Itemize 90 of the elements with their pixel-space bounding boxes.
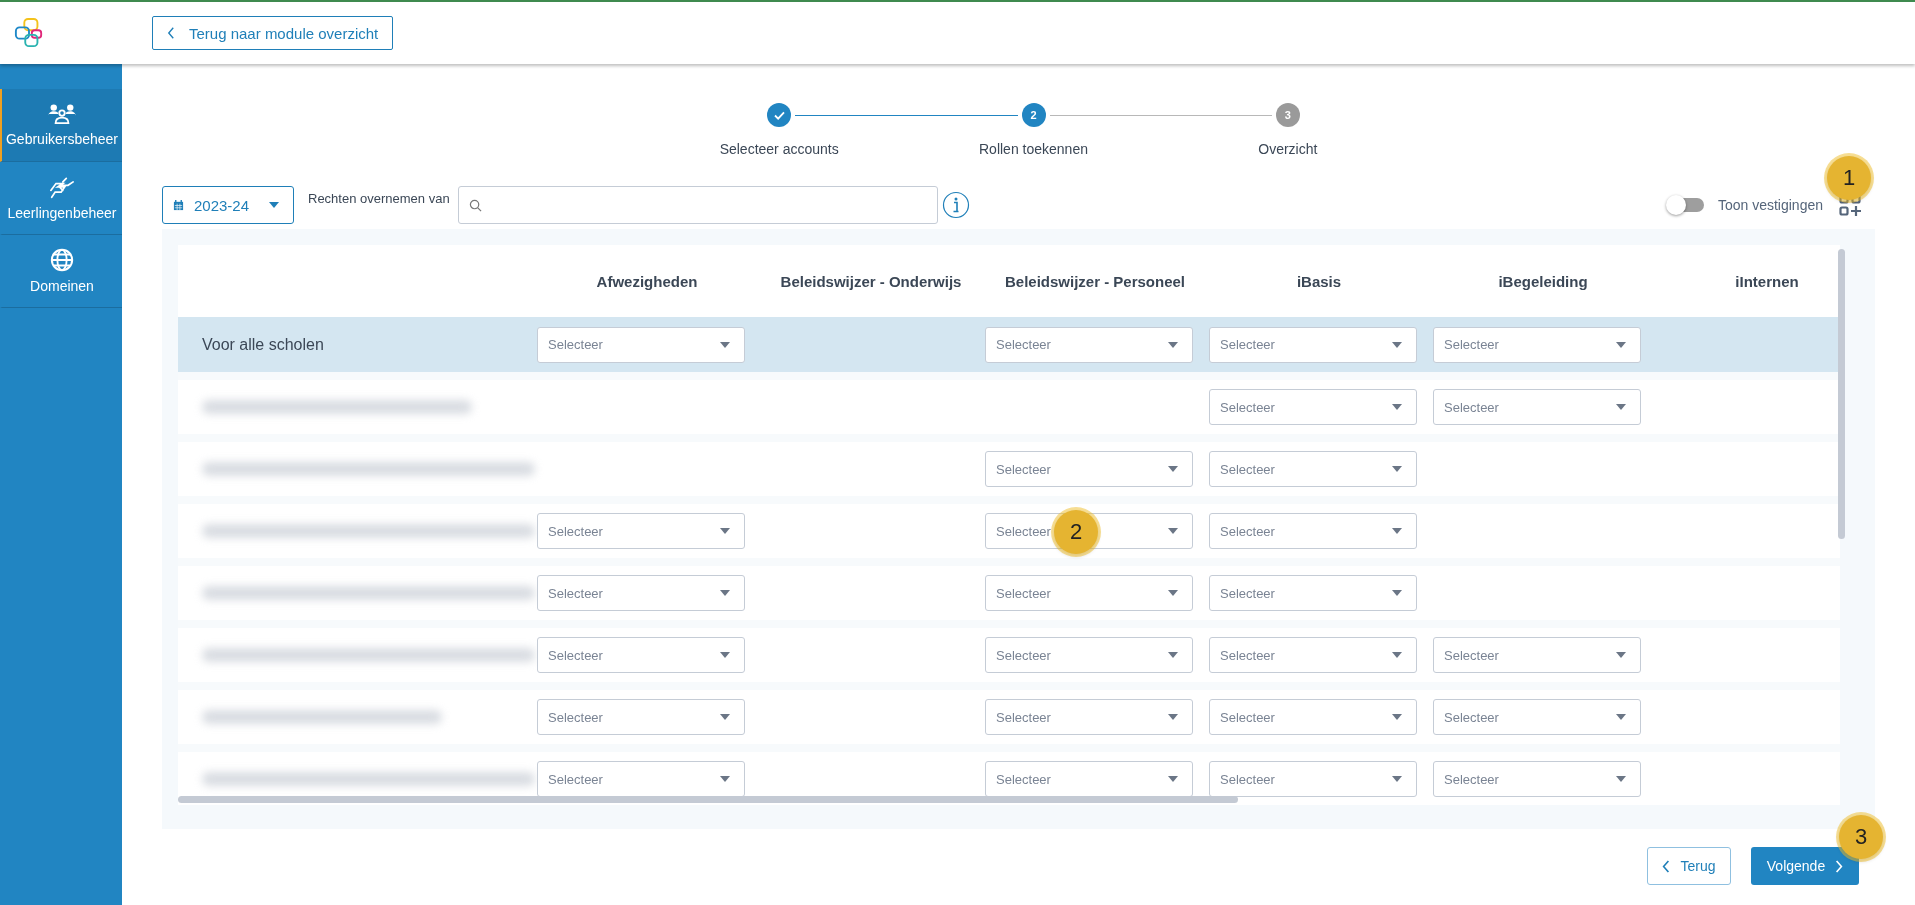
- caret-icon: [1616, 714, 1626, 720]
- grid-add-icon[interactable]: [1839, 194, 1861, 216]
- caret-icon: [1616, 404, 1626, 410]
- chevron-left-icon: [1662, 859, 1671, 873]
- select-dropdown[interactable]: Selecteer: [1209, 451, 1417, 487]
- select-dropdown[interactable]: Selecteer: [1209, 761, 1417, 797]
- users-icon: [47, 103, 77, 125]
- select-dropdown[interactable]: Selecteer: [1433, 699, 1641, 735]
- back-button[interactable]: Terug: [1647, 847, 1731, 885]
- row-label: Voor alle scholen: [202, 335, 324, 354]
- chevron-right-icon: [1835, 859, 1844, 873]
- select-dropdown[interactable]: Selecteer: [1209, 513, 1417, 549]
- select-dropdown[interactable]: Selecteer: [1209, 699, 1417, 735]
- caret-icon: [1168, 714, 1178, 720]
- caret-icon: [720, 652, 730, 658]
- scrollbar[interactable]: [178, 796, 1238, 803]
- caret-icon: [1168, 341, 1178, 348]
- select-dropdown[interactable]: Selecteer: [985, 699, 1193, 735]
- caret-icon: [1392, 714, 1402, 720]
- caret-icon: [1392, 466, 1402, 472]
- caret-icon: [1392, 590, 1402, 596]
- select-dropdown[interactable]: Selecteer: [537, 637, 745, 673]
- step-label: Overzicht: [1258, 141, 1318, 157]
- caret-icon: [1168, 590, 1178, 596]
- toggle-label: Toon vestigingen: [1717, 197, 1823, 213]
- callout-badge: 1: [1827, 156, 1871, 200]
- caret-icon: [269, 202, 279, 208]
- select-dropdown[interactable]: Selecteer: [985, 326, 1193, 363]
- caret-icon: [1616, 776, 1626, 782]
- select-dropdown[interactable]: Selecteer: [1209, 326, 1417, 363]
- field-label: Rechten overnemen van: [308, 191, 450, 206]
- scrollbar[interactable]: [1838, 249, 1845, 539]
- year-dropdown[interactable]: 2023-24: [162, 186, 294, 224]
- caret-icon: [720, 528, 730, 534]
- sidebar-item[interactable]: Leerlingenbeheer: [0, 162, 122, 235]
- caret-icon: [1392, 776, 1402, 782]
- caret-icon: [1168, 776, 1178, 782]
- chevron-left-icon: [167, 27, 175, 39]
- column-header: iInternen: [1735, 272, 1799, 290]
- column-header: Beleidswijzer - Personeel: [1004, 272, 1186, 290]
- sidebar-item[interactable]: Gebruikersbeheer: [0, 89, 122, 162]
- caret-icon: [1616, 652, 1626, 658]
- caret-icon: [1392, 652, 1402, 658]
- caret-icon: [1168, 466, 1178, 472]
- column-header: Afwezigheden: [596, 272, 698, 290]
- select-dropdown[interactable]: Selecteer: [537, 575, 745, 611]
- caret-icon: [720, 714, 730, 720]
- sidebar-item[interactable]: Domeinen: [0, 235, 122, 308]
- search-field[interactable]: [457, 186, 938, 224]
- select-dropdown[interactable]: Selecteer: [985, 637, 1193, 673]
- select-dropdown[interactable]: Selecteer: [537, 513, 745, 549]
- select-dropdown[interactable]: Selecteer: [537, 761, 745, 797]
- toggle-switch[interactable]: [1669, 198, 1704, 212]
- callout-badge: 2: [1054, 510, 1098, 554]
- search-icon: [468, 198, 482, 212]
- globe-icon: [50, 248, 74, 272]
- step-label: Rollen toekennen: [979, 141, 1088, 157]
- select-dropdown[interactable]: Selecteer: [1433, 389, 1641, 425]
- select-dropdown[interactable]: Selecteer: [1209, 389, 1417, 425]
- info-icon[interactable]: [941, 191, 970, 219]
- caret-icon: [1616, 341, 1626, 348]
- column-header: Beleidswijzer - Onderwijs: [780, 272, 962, 290]
- back-to-overview-button[interactable]: Terug naar module overzicht: [152, 16, 394, 50]
- calendar-icon: [173, 199, 184, 211]
- caret-icon: [720, 341, 730, 348]
- step-number: 3: [1275, 103, 1300, 127]
- caret-icon: [1392, 404, 1402, 410]
- caret-icon: [1392, 341, 1402, 348]
- select-dropdown[interactable]: Selecteer: [985, 761, 1193, 797]
- select-dropdown[interactable]: Selecteer: [1433, 326, 1641, 363]
- select-dropdown[interactable]: Selecteer: [1433, 761, 1641, 797]
- step-label: Selecteer accounts: [719, 141, 839, 157]
- caret-icon: [1392, 528, 1402, 534]
- select-dropdown[interactable]: Selecteer: [537, 326, 745, 363]
- step-number: 2: [1021, 103, 1046, 127]
- logo-icon: [14, 17, 44, 49]
- select-dropdown[interactable]: Selecteer: [985, 451, 1193, 487]
- select-dropdown[interactable]: Selecteer: [1209, 575, 1417, 611]
- caret-icon: [1168, 528, 1178, 534]
- select-dropdown[interactable]: Selecteer: [537, 699, 745, 735]
- select-dropdown[interactable]: Selecteer: [1209, 637, 1417, 673]
- next-button[interactable]: Volgende: [1751, 847, 1859, 885]
- select-dropdown[interactable]: Selecteer: [1433, 637, 1641, 673]
- caret-icon: [1168, 652, 1178, 658]
- column-header: iBasis: [1296, 272, 1342, 290]
- caret-icon: [720, 776, 730, 782]
- column-header: iBegeleiding: [1498, 272, 1588, 290]
- handshake-icon: [47, 175, 77, 199]
- caret-icon: [720, 590, 730, 596]
- select-dropdown[interactable]: Selecteer: [985, 575, 1193, 611]
